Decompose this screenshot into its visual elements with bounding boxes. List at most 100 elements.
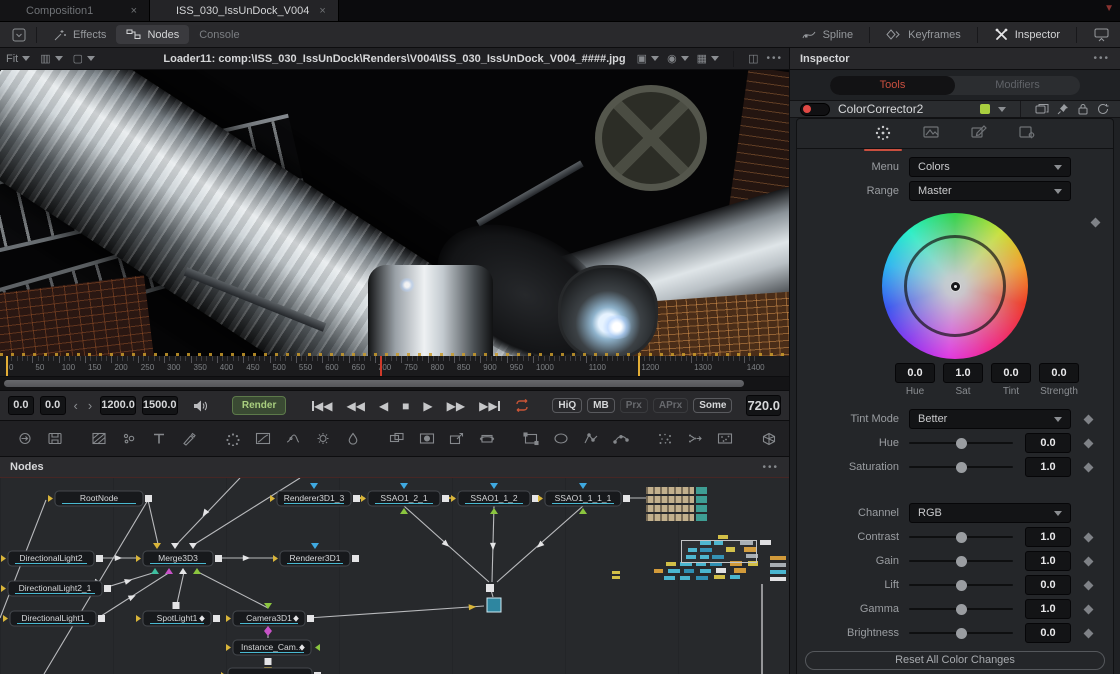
graph-node[interactable]: Camera3D1: [226, 603, 314, 626]
channel-dropdown[interactable]: ▥: [40, 52, 62, 65]
graph-node[interactable]: SSAO1_1_2: [451, 483, 539, 514]
split-view-icon[interactable]: ◫: [748, 52, 758, 65]
loader-icon[interactable]: [10, 428, 40, 450]
inspector-menu-button[interactable]: •••: [1093, 53, 1110, 64]
effects-button[interactable]: Effects: [43, 25, 116, 45]
loop-button[interactable]: [507, 399, 537, 412]
fit-dropdown[interactable]: Fit: [6, 53, 30, 65]
text-plus-icon[interactable]: [144, 428, 174, 450]
quality-toggle-aprx[interactable]: APrx: [653, 398, 688, 413]
node-color-swatch[interactable]: [980, 104, 990, 114]
contrast-slider[interactable]: [909, 527, 1013, 547]
slider-handle[interactable]: [956, 532, 967, 543]
color-wheel-cursor[interactable]: [950, 281, 961, 292]
graph-node[interactable]: [221, 668, 321, 674]
shape3d-icon[interactable]: [754, 428, 784, 450]
render-button[interactable]: Render: [232, 396, 286, 415]
pemitter-icon[interactable]: [650, 428, 680, 450]
viewer-menu-button[interactable]: •••: [766, 53, 783, 64]
channel-select[interactable]: RGB: [909, 503, 1071, 523]
graph-node[interactable]: Renderer3D1_3: [270, 483, 360, 506]
fast-forward-button[interactable]: ▶▶: [440, 399, 472, 413]
pin-button[interactable]: [1057, 103, 1069, 115]
hue-value[interactable]: 0.0: [895, 363, 935, 383]
slider-handle[interactable]: [956, 628, 967, 639]
graph-node[interactable]: Instance_Cam...: [226, 626, 320, 672]
prev-key-button[interactable]: ‹: [72, 398, 80, 413]
node-enable-toggle[interactable]: [800, 103, 830, 116]
keyframe-diamond-icon[interactable]: [1091, 218, 1101, 228]
versions-button[interactable]: [1035, 103, 1049, 115]
keyframe-diamond-icon[interactable]: [1084, 556, 1094, 566]
lift-value[interactable]: 0.0: [1025, 575, 1071, 595]
keyframe-diamond-icon[interactable]: [1084, 532, 1094, 542]
window-menu-arrow-icon[interactable]: ▼: [1104, 3, 1114, 14]
global-end-field[interactable]: 1500.0: [142, 396, 178, 415]
next-key-button[interactable]: ›: [86, 398, 94, 413]
render-range-marker[interactable]: [638, 356, 640, 377]
close-icon[interactable]: ×: [129, 5, 139, 17]
close-icon[interactable]: ×: [317, 5, 327, 17]
fast-rewind-button[interactable]: ◀◀: [339, 399, 371, 413]
hue-value[interactable]: 0.0: [1025, 433, 1071, 453]
panel-toggle-button[interactable]: [1083, 25, 1120, 45]
keyframe-diamond-icon[interactable]: [1084, 604, 1094, 614]
color-wheel[interactable]: [882, 213, 1028, 359]
stop-button[interactable]: ■: [395, 399, 416, 413]
tab-settings-icon[interactable]: [1012, 120, 1042, 147]
quality-toggle-prx[interactable]: Prx: [620, 398, 648, 413]
pmerge-icon[interactable]: [680, 428, 710, 450]
graph-node[interactable]: SSAO1_2_1: [361, 483, 449, 514]
background-icon[interactable]: [84, 428, 114, 450]
timeline-ruler[interactable]: 0501001502002503003504004505005506006507…: [0, 356, 789, 377]
paint-icon[interactable]: [174, 428, 204, 450]
reset-all-button[interactable]: Reset All Color Changes: [805, 651, 1105, 670]
saver-icon[interactable]: [40, 428, 70, 450]
graph-node[interactable]: SSAO1_1_1_1: [538, 483, 630, 514]
keyframes-button[interactable]: Keyframes: [876, 25, 971, 44]
range-select[interactable]: Master: [909, 181, 1071, 201]
goto-start-button[interactable]: ◀◀: [305, 399, 339, 413]
goto-end-button[interactable]: ▶▶: [472, 399, 506, 413]
reset-node-button[interactable]: [1097, 103, 1110, 115]
tab-correction-icon[interactable]: [868, 120, 898, 147]
slider-handle[interactable]: [956, 604, 967, 615]
gain-value[interactable]: 1.0: [1025, 551, 1071, 571]
fastnoise-icon[interactable]: [114, 428, 144, 450]
timeline-scrollbar[interactable]: [4, 380, 744, 387]
contrast-value[interactable]: 1.0: [1025, 527, 1071, 547]
viewer-image[interactable]: [0, 70, 789, 356]
lut-dropdown[interactable]: ◉: [667, 52, 689, 65]
tab-tools[interactable]: Tools: [830, 76, 955, 95]
grid-dropdown[interactable]: ▦: [697, 52, 719, 65]
strength-value[interactable]: 0.0: [1039, 363, 1079, 383]
colorcurves-icon[interactable]: [248, 428, 278, 450]
huecurves-icon[interactable]: [278, 428, 308, 450]
merge-icon[interactable]: [382, 428, 412, 450]
prender-icon[interactable]: [710, 428, 740, 450]
rectangle-mask-icon[interactable]: [516, 428, 546, 450]
lock-icon[interactable]: [1077, 103, 1089, 115]
node-graph[interactable]: RootNodeRenderer3D1_3SSAO1_2_1SSAO1_1_2S…: [0, 478, 789, 674]
render-range-marker[interactable]: [6, 356, 8, 377]
render-start-field[interactable]: 0.0: [40, 396, 66, 415]
nodes-menu-button[interactable]: •••: [762, 462, 779, 473]
graph-node[interactable]: SpotLight1: [136, 602, 220, 626]
global-start-field[interactable]: 0.0: [8, 396, 34, 415]
tab-ranges-icon[interactable]: [916, 120, 946, 147]
slider-handle[interactable]: [956, 438, 967, 449]
gamma-slider[interactable]: [909, 599, 1013, 619]
selected-node[interactable]: [487, 598, 501, 612]
gamma-value[interactable]: 1.0: [1025, 599, 1071, 619]
brightness-contrast-icon[interactable]: [308, 428, 338, 450]
tab-composition1[interactable]: Composition1 ×: [0, 0, 150, 21]
tab-iss-030-issundock[interactable]: ISS_030_IssUnDock_V004 ×: [150, 0, 339, 21]
quality-toggle-mb[interactable]: MB: [587, 398, 615, 413]
graph-node[interactable]: DirectionalLight2: [1, 551, 103, 566]
sat-value[interactable]: 1.0: [943, 363, 983, 383]
hue-slider[interactable]: [909, 433, 1013, 453]
toolbar-options-button[interactable]: [8, 26, 30, 44]
keyframe-diamond-icon[interactable]: [1084, 438, 1094, 448]
graph-node[interactable]: Merge3D3: [136, 543, 222, 574]
console-button[interactable]: Console: [189, 26, 249, 44]
